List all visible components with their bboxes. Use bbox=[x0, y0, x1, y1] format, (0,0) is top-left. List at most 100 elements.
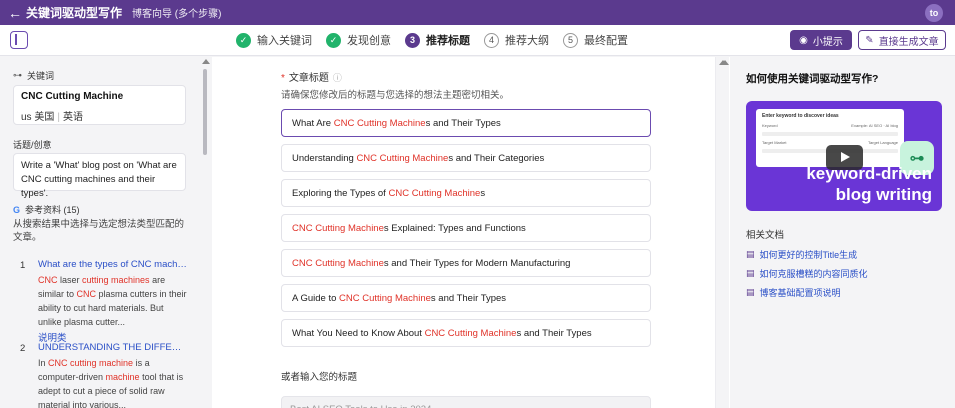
doc-link-label: 如何更好的控制Title生成 bbox=[759, 250, 858, 260]
document-icon: ▤ bbox=[746, 249, 755, 259]
title-option[interactable]: CNC Cutting Machine s and Their Types for… bbox=[281, 249, 651, 277]
topic-card: Write a 'What' blog post on 'What are CN… bbox=[13, 153, 186, 199]
main-panel: * 文章标题 ⓘ 请确保您修改后的标题与您选择的想法主题密切相关。 What Are… bbox=[212, 57, 730, 408]
title-text: s and Their Types bbox=[430, 292, 507, 304]
title-option[interactable]: A Guide to CNC Cutting Machine s and Thei… bbox=[281, 284, 651, 312]
reference-number: 2 bbox=[20, 343, 26, 354]
doc-link-label: 如何克服槽糕的内容同质化 bbox=[759, 269, 868, 279]
check-icon: ✓ bbox=[326, 32, 341, 48]
step-label: 推荐标题 bbox=[426, 35, 470, 47]
keyword-highlight: CNC bbox=[38, 275, 58, 285]
document-icon: ▤ bbox=[746, 287, 755, 297]
step-number: 5 bbox=[563, 32, 578, 48]
title-text: What You Need to Know About bbox=[292, 327, 425, 339]
keyword-highlight: CNC cutting machine bbox=[48, 358, 134, 368]
reference-number: 1 bbox=[20, 260, 26, 271]
title-text: s bbox=[480, 187, 486, 199]
title-option[interactable]: Exploring the Types of CNC Cutting Machi… bbox=[281, 179, 651, 207]
reference-title-link[interactable]: UNDERSTANDING THE DIFFERENT TYPES OF CNC… bbox=[38, 342, 188, 353]
step-label: 发现创意 bbox=[347, 35, 391, 47]
step-label: 推荐大纲 bbox=[505, 35, 549, 47]
title-bar: ← 关键词驱动型写作 博客向导 (多个步骤) to bbox=[0, 0, 955, 25]
title-option[interactable]: CNC Cutting Machine s Explained: Types an… bbox=[281, 214, 651, 242]
check-icon: ✓ bbox=[236, 32, 251, 48]
snippet-text: laser bbox=[57, 275, 83, 285]
title-text: Exploring the Types of bbox=[292, 187, 389, 199]
step-label: 最终配置 bbox=[584, 35, 628, 47]
document-icon: ▤ bbox=[746, 268, 755, 278]
main-scrollbar[interactable] bbox=[715, 57, 729, 408]
keyword-highlight: CNC Cutting Machine bbox=[333, 117, 426, 129]
title-text: s and Their Types bbox=[516, 327, 592, 339]
step-list: ✓ 输入关键词 ✓ 发现创意 3 推荐标题 4 推荐大纲 5 最终配置 bbox=[236, 32, 642, 48]
reference-snippet: CNC laser cutting machines are similar t… bbox=[38, 273, 188, 329]
scroll-up-arrow-icon[interactable] bbox=[202, 59, 210, 64]
keyword-section-label: ⊶ 关键词 bbox=[13, 70, 55, 81]
scroll-up-arrow-icon[interactable] bbox=[721, 60, 729, 65]
title-text: What Are bbox=[292, 117, 334, 129]
left-scrollbar-thumb[interactable] bbox=[203, 69, 207, 155]
keyword-highlight: CNC Cutting Machine bbox=[292, 222, 384, 234]
keyword-card: CNC Cutting Machine us 美国 | 英语 bbox=[13, 85, 186, 125]
reference-body: UNDERSTANDING THE DIFFERENT TYPES OF CNC… bbox=[38, 342, 188, 408]
title-text: Understanding bbox=[292, 152, 357, 164]
google-icon: G bbox=[13, 204, 21, 215]
tips-button-label: 小提示 bbox=[812, 36, 843, 48]
step-1[interactable]: ✓ 输入关键词 bbox=[236, 32, 312, 48]
avatar[interactable]: to bbox=[925, 4, 943, 22]
doc-link-label: 博客基础配置项说明 bbox=[759, 288, 841, 298]
help-icon[interactable]: ⓘ bbox=[333, 73, 342, 83]
keyword-highlight: CNC Cutting Machine bbox=[292, 257, 384, 269]
step-3[interactable]: 3 推荐标题 bbox=[405, 32, 470, 48]
help-title: 如何使用关键词驱动型写作? bbox=[746, 73, 879, 85]
doc-link[interactable]: ▤ 博客基础配置项说明 bbox=[746, 286, 841, 299]
tutorial-video[interactable]: Enter keyword to discover ideas Keyword E… bbox=[746, 101, 942, 211]
title-option[interactable]: What Are CNC Cutting Machine s and Their … bbox=[281, 109, 651, 137]
keyword-highlight: CNC Cutting Machine bbox=[424, 327, 517, 339]
custom-title-label: 或者输入您的标题 bbox=[281, 372, 358, 383]
snippet-text: In bbox=[38, 358, 49, 368]
custom-title-input[interactable]: Best AI SEO Tools to Use in 2024 bbox=[281, 396, 651, 408]
keyword-highlight: CNC Cutting Machine bbox=[388, 187, 481, 199]
doc-link[interactable]: ▤ 如何更好的控制Title生成 bbox=[746, 248, 857, 261]
docs-label: 相关文档 bbox=[746, 230, 785, 241]
generate-article-button[interactable]: ✎ 直接生成文章 bbox=[858, 30, 946, 50]
panel-toggle-icon[interactable] bbox=[10, 31, 28, 49]
keyword-country: us 美国 bbox=[21, 112, 55, 123]
title-text: s and Their Categories bbox=[448, 152, 545, 164]
keyword-highlight: cutting machines bbox=[82, 275, 150, 285]
video-caption-line1: keyword-driven bbox=[806, 164, 932, 183]
step-number: 4 bbox=[484, 32, 499, 48]
title-option[interactable]: Understanding CNC Cutting Machine s and T… bbox=[281, 144, 651, 172]
step-label: 输入关键词 bbox=[257, 35, 312, 47]
app-title: 关键词驱动型写作 bbox=[26, 6, 123, 20]
keyword-highlight: CNC bbox=[76, 289, 97, 299]
step-2[interactable]: ✓ 发现创意 bbox=[326, 32, 391, 48]
reference-body: What are the types of CNC machines? CNC l… bbox=[38, 259, 188, 344]
step-5[interactable]: 5 最终配置 bbox=[563, 32, 628, 48]
back-arrow-icon[interactable]: ← bbox=[0, 5, 22, 21]
title-text: s and Their Types for Modern Manufacturi… bbox=[383, 257, 571, 269]
step-bar: ✓ 输入关键词 ✓ 发现创意 3 推荐标题 4 推荐大纲 5 最终配置 ◉ 小提示 ✎ 直接生成文… bbox=[0, 25, 955, 56]
tips-button[interactable]: ◉ 小提示 bbox=[790, 30, 852, 50]
required-marker: * bbox=[281, 73, 285, 84]
app-subtitle: 博客向导 (多个步骤) bbox=[132, 9, 222, 20]
refs-section-label: G 参考资料 (15) bbox=[13, 204, 80, 216]
reference-snippet: In CNC cutting machine is a computer-dri… bbox=[38, 356, 188, 408]
keyword-highlight: CNC Cutting Machine bbox=[356, 152, 449, 164]
title-option[interactable]: What You Need to Know About CNC Cutting … bbox=[281, 319, 651, 347]
video-caption-line2: blog writing bbox=[835, 185, 932, 204]
title-text: s and Their Types bbox=[425, 117, 501, 129]
generate-article-label: 直接生成文章 bbox=[878, 36, 939, 48]
title-field-label: * 文章标题 ⓘ bbox=[281, 73, 342, 84]
lightbulb-icon: ◉ bbox=[799, 34, 808, 46]
title-text: s Explained: Types and Functions bbox=[383, 222, 526, 234]
reference-title-link[interactable]: What are the types of CNC machines? bbox=[38, 259, 188, 270]
doc-link[interactable]: ▤ 如何克服槽糕的内容同质化 bbox=[746, 267, 868, 280]
topic-text: Write a 'What' blog post on 'What are CN… bbox=[21, 160, 177, 199]
help-panel: 如何使用关键词驱动型写作? Enter keyword to discover … bbox=[731, 57, 955, 408]
topic-section-label: 话题/创意 bbox=[13, 140, 52, 150]
refs-description: 从搜索结果中选择与选定想法类型匹配的文章。 bbox=[13, 219, 185, 243]
keyword-language: 英语 bbox=[62, 112, 83, 123]
step-4[interactable]: 4 推荐大纲 bbox=[484, 32, 549, 48]
